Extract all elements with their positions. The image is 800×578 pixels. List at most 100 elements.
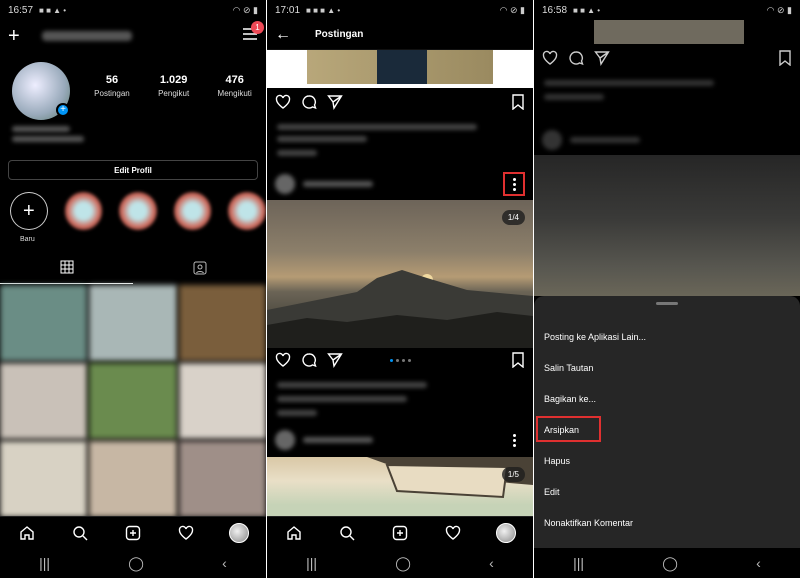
share-send-icon[interactable] — [594, 50, 610, 71]
caption-blurred — [277, 382, 427, 388]
status-time: 16:57 — [8, 4, 34, 16]
timestamp-blurred — [277, 410, 317, 416]
comment-icon[interactable] — [301, 94, 317, 115]
post-avatar[interactable] — [275, 174, 295, 194]
recents-icon[interactable]: ||| — [306, 555, 317, 571]
post-image-2: 1/5 — [267, 457, 533, 517]
highlight-item[interactable] — [119, 192, 157, 230]
tab-tagged[interactable] — [133, 256, 266, 284]
grid-thumbnail[interactable] — [178, 285, 266, 361]
system-nav: ||| ◯ ‹ — [0, 548, 266, 578]
bottom-nav — [0, 516, 266, 548]
bookmark-icon[interactable] — [511, 93, 525, 115]
search-icon[interactable] — [69, 522, 91, 544]
post-username-blurred[interactable] — [570, 137, 640, 143]
search-icon[interactable] — [336, 522, 358, 544]
post-username-blurred[interactable] — [303, 181, 373, 187]
edit-profile-button[interactable]: Edit Profil — [8, 160, 258, 180]
bio-blurred — [12, 126, 70, 132]
caption-blurred — [544, 80, 714, 86]
post-actions — [534, 46, 800, 74]
tab-grid[interactable] — [0, 256, 133, 284]
new-highlight-button[interactable]: + — [10, 192, 48, 230]
home-button-icon[interactable]: ◯ — [395, 555, 411, 572]
grid-thumbnail[interactable] — [89, 441, 177, 517]
profile-nav-avatar[interactable] — [228, 522, 250, 544]
menu-item-delete[interactable]: Hapus — [544, 456, 570, 466]
page-title: Postingan — [315, 29, 364, 40]
profile-header: + 1 — [0, 20, 266, 52]
grid-thumbnail[interactable] — [0, 441, 88, 517]
system-icons: ◠ ⊘ ▮ — [232, 4, 258, 15]
post-header — [534, 126, 800, 154]
home-button-icon[interactable]: ◯ — [662, 555, 678, 572]
add-post-nav-icon[interactable] — [389, 522, 411, 544]
post-avatar[interactable] — [275, 430, 295, 450]
add-story-icon[interactable]: + — [56, 103, 70, 117]
stat-posts[interactable]: 56 Postingan — [94, 74, 130, 98]
profile-nav-avatar[interactable] — [495, 522, 517, 544]
sheet-handle[interactable] — [656, 302, 678, 305]
share-send-icon[interactable] — [327, 94, 343, 115]
home-icon[interactable] — [283, 522, 305, 544]
grid-thumbnail[interactable] — [178, 363, 266, 439]
profile-tabs — [0, 256, 266, 284]
posts-grid — [0, 285, 266, 517]
recents-icon[interactable]: ||| — [39, 555, 50, 571]
back-arrow-icon[interactable]: ← — [275, 26, 299, 44]
post-actions — [267, 90, 533, 118]
home-icon[interactable] — [16, 522, 38, 544]
grid-thumbnail[interactable] — [0, 285, 88, 361]
notification-icons: ■ ■ ■ ▲ • — [306, 5, 341, 15]
grid-thumbnail[interactable] — [178, 441, 266, 517]
stat-following[interactable]: 476 Mengikuti — [218, 74, 252, 98]
home-button-icon[interactable]: ◯ — [128, 555, 144, 572]
menu-item-copy-link[interactable]: Salin Tautan — [544, 363, 593, 373]
back-nav-icon[interactable]: ‹ — [489, 555, 494, 571]
post-username-blurred[interactable] — [303, 437, 373, 443]
highlight-item[interactable] — [228, 192, 266, 230]
grid-thumbnail[interactable] — [89, 285, 177, 361]
caption-blurred — [277, 124, 477, 130]
like-heart-icon[interactable] — [275, 352, 291, 373]
bookmark-icon[interactable] — [511, 351, 525, 373]
menu-item-edit[interactable]: Edit — [544, 487, 560, 497]
grid-thumbnail[interactable] — [89, 363, 177, 439]
post-header — [267, 170, 533, 198]
recents-icon[interactable]: ||| — [573, 555, 584, 571]
menu-item-disable-comments[interactable]: Nonaktifkan Komentar — [544, 518, 633, 528]
grid-thumbnail[interactable] — [0, 363, 88, 439]
share-send-icon[interactable] — [327, 352, 343, 373]
back-nav-icon[interactable]: ‹ — [756, 555, 761, 571]
notification-badge: 1 — [251, 20, 264, 34]
menu-item-archive[interactable]: Arsipkan — [544, 425, 579, 435]
comment-icon[interactable] — [301, 352, 317, 373]
carousel-counter: 1/4 — [501, 210, 525, 225]
menu-item-share-other-apps[interactable]: Posting ke Aplikasi Lain... — [544, 332, 646, 342]
menu-icon[interactable]: 1 — [242, 20, 264, 46]
bookmark-icon[interactable] — [778, 49, 792, 71]
activity-heart-icon[interactable] — [442, 522, 464, 544]
menu-item-share-to[interactable]: Bagikan ke... — [544, 394, 596, 404]
stat-following-count: 476 — [225, 74, 244, 86]
comment-icon[interactable] — [568, 50, 584, 71]
post-avatar[interactable] — [542, 130, 562, 150]
caption-blurred — [277, 136, 367, 142]
bio-blurred — [12, 136, 84, 142]
add-post-nav-icon[interactable] — [122, 522, 144, 544]
activity-heart-icon[interactable] — [175, 522, 197, 544]
back-nav-icon[interactable]: ‹ — [222, 555, 227, 571]
post-image-sunset: 1/4 — [267, 200, 533, 348]
more-options-icon[interactable] — [503, 428, 525, 452]
more-options-icon[interactable] — [503, 172, 525, 196]
like-heart-icon[interactable] — [275, 94, 291, 115]
stat-followers-label: Pengikut — [158, 89, 190, 98]
like-heart-icon[interactable] — [542, 50, 558, 71]
stat-followers[interactable]: 1.029 Pengikut — [158, 74, 189, 98]
highlight-item[interactable] — [173, 192, 212, 230]
carousel-counter: 1/5 — [501, 467, 525, 482]
highlight-item[interactable] — [64, 192, 103, 230]
status-bar: 16:58 ■ ■ ▲ • ◠ ⊘ ▮ — [534, 0, 800, 20]
add-post-icon[interactable]: + — [8, 25, 28, 48]
caption-blurred — [277, 396, 407, 402]
